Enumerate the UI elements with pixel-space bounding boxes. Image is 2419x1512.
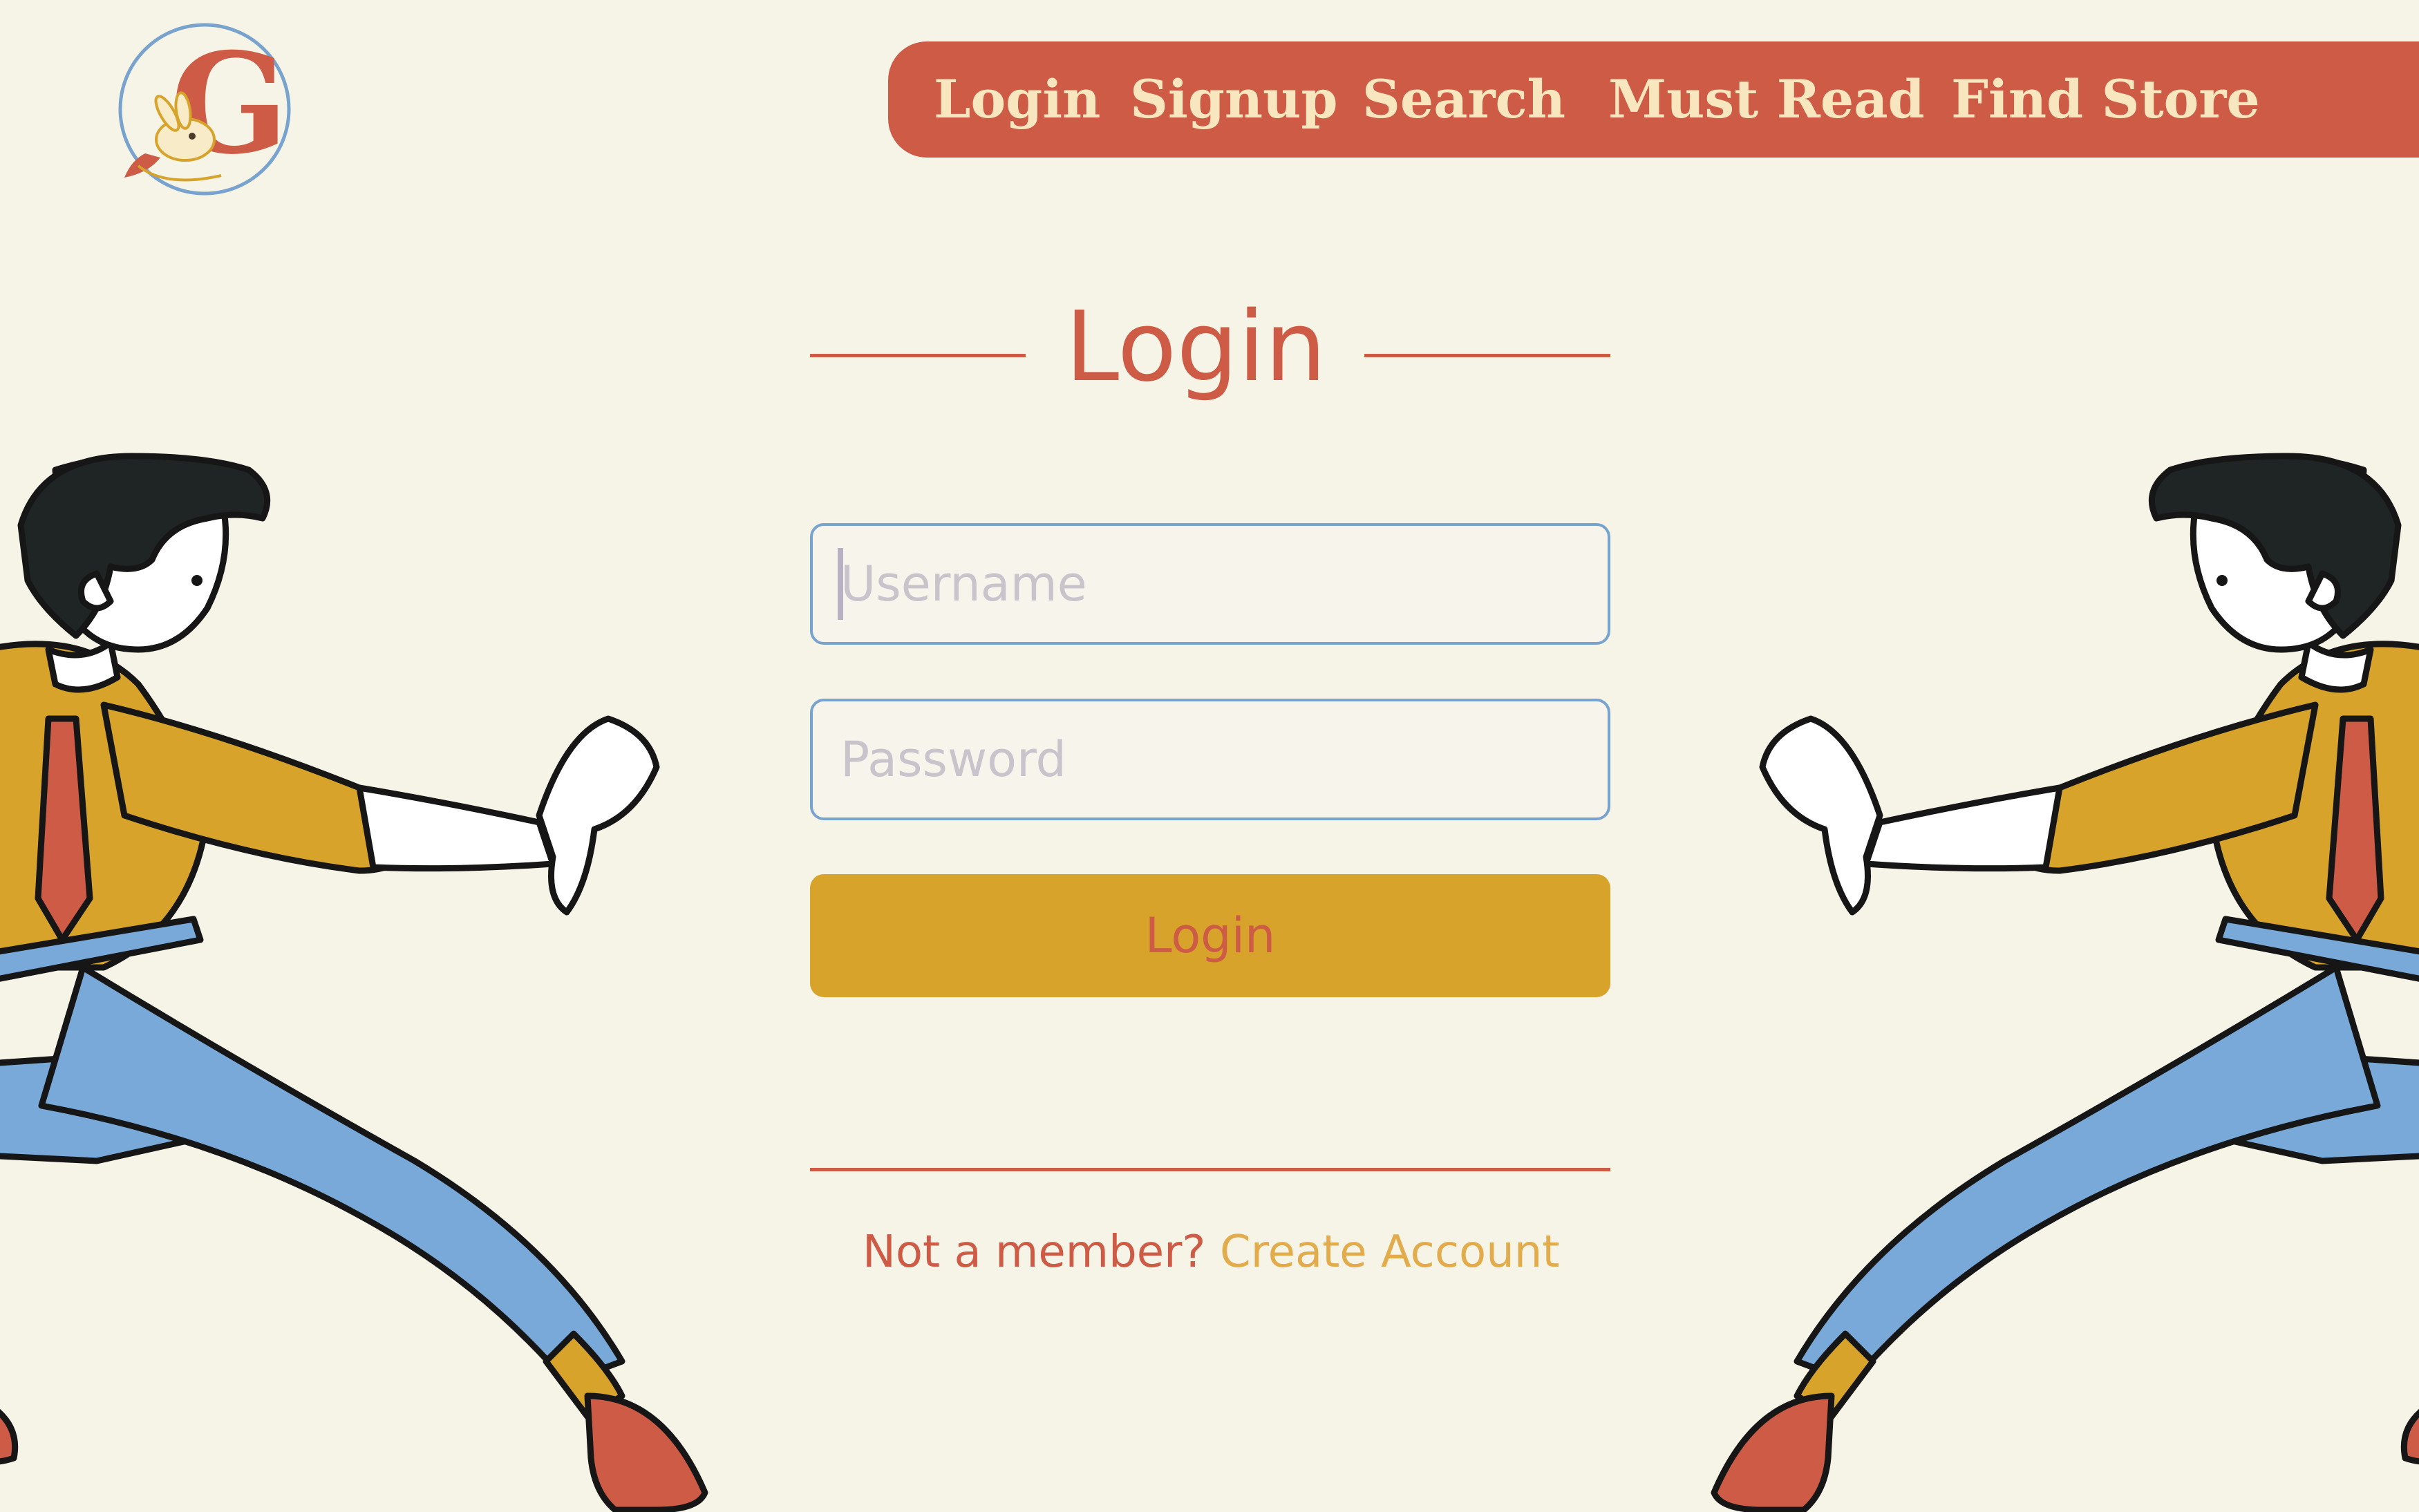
create-account-link[interactable]: Create Account <box>1220 1218 1559 1287</box>
username-input[interactable] <box>810 523 1610 645</box>
text-caret <box>838 548 843 620</box>
nav-signup-link[interactable]: Signup <box>1130 41 1338 158</box>
kung-fu-man-icon <box>0 453 708 1512</box>
not-member-text: Not a member? <box>863 1227 1206 1278</box>
password-input[interactable] <box>810 699 1610 820</box>
nav-must-read-link[interactable]: Must Read <box>1608 41 1925 158</box>
nav-login-link[interactable]: Login <box>934 41 1100 158</box>
form-divider <box>810 1168 1610 1171</box>
page-title: Login <box>1065 291 1326 404</box>
rabbit-g-logo-icon: G <box>118 23 291 196</box>
kung-fu-man-illustration-right <box>1686 442 2419 1512</box>
nav-find-store-link[interactable]: Find Store <box>1951 41 2260 158</box>
kung-fu-man-illustration-left <box>0 442 733 1512</box>
nav-search-link[interactable]: Search <box>1362 41 1565 158</box>
logo[interactable]: G <box>117 22 292 196</box>
login-submit-button[interactable]: Login <box>810 874 1610 997</box>
title-rule-right <box>1364 354 1610 357</box>
kung-fu-man-icon <box>1711 453 2419 1512</box>
top-nav-bar: Login Signup Search Must Read Find Store <box>888 41 2419 158</box>
